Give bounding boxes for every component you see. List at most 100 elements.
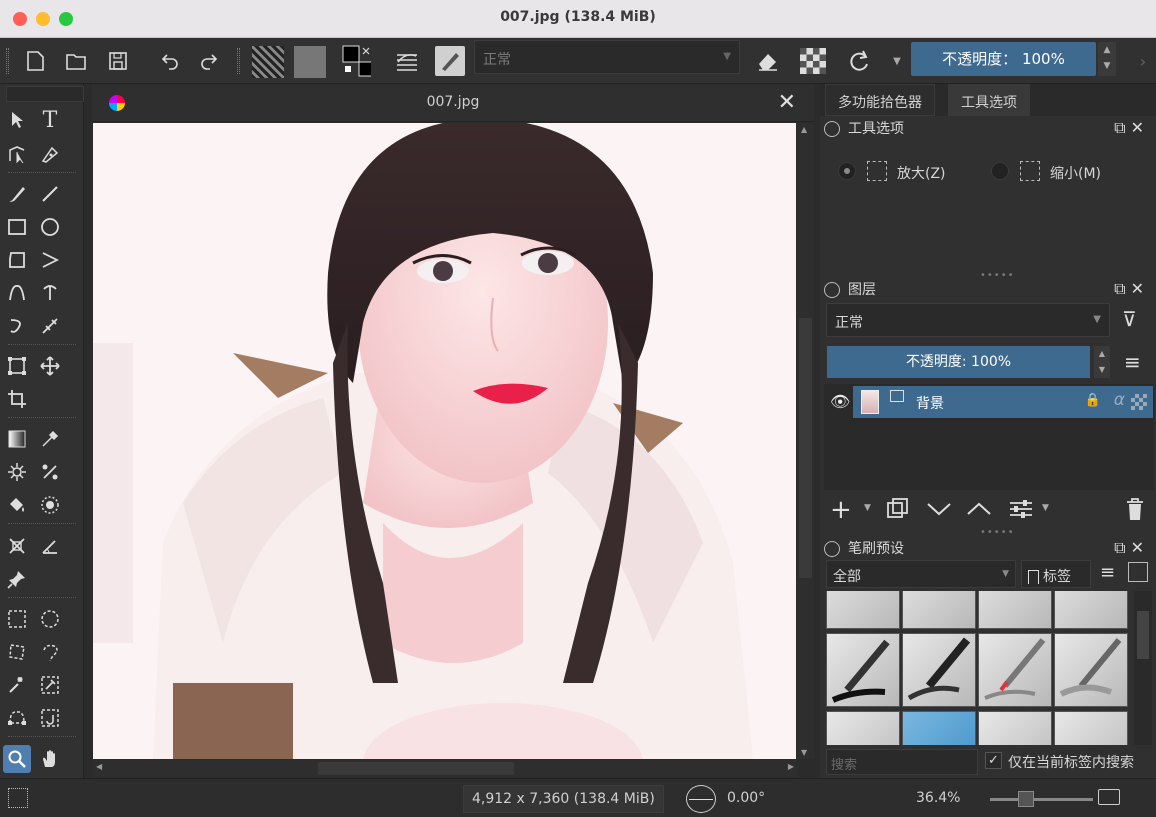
brush-preset-tile[interactable] — [1054, 591, 1128, 629]
horizontal-scroll-thumb[interactable] — [318, 762, 514, 775]
calligraphy-tool-icon[interactable] — [36, 140, 64, 168]
fill-tool-icon[interactable] — [3, 491, 31, 519]
brush-grid-scroll-thumb[interactable] — [1137, 611, 1149, 659]
brush-preset-tile[interactable] — [826, 711, 900, 745]
save-icon[interactable] — [103, 46, 133, 76]
layer-properties-icon[interactable] — [1008, 497, 1034, 525]
polygonal-selection-tool-icon[interactable] — [3, 638, 31, 666]
lock-icon[interactable] — [824, 282, 840, 298]
zoom-tool-icon[interactable] — [3, 745, 31, 773]
move-tool-icon[interactable] — [36, 352, 64, 380]
select-shapes-tool-icon[interactable] — [3, 106, 31, 134]
polyline-tool-icon[interactable] — [36, 246, 64, 274]
scroll-left-icon[interactable]: ◀ — [96, 762, 102, 771]
transform-tool-icon[interactable] — [3, 352, 31, 380]
rotation-dial-icon[interactable] — [686, 785, 716, 813]
freehand-selection-tool-icon[interactable] — [36, 638, 64, 666]
move-layer-down-icon[interactable] — [926, 497, 952, 525]
brush-preset-tile[interactable] — [978, 591, 1052, 629]
brush-tag-filter-select[interactable]: 全部 ▼ — [826, 560, 1016, 588]
layer-menu-icon[interactable]: ≡ — [1124, 350, 1141, 374]
layer-opacity-slider[interactable]: 不透明度: 100% — [827, 346, 1090, 378]
foreground-background-color-icon[interactable] — [341, 45, 371, 77]
zoom-out-radio[interactable] — [991, 162, 1009, 180]
reload-dropdown-icon[interactable]: ▼ — [882, 46, 912, 76]
canvas-image[interactable] — [93, 123, 796, 759]
bezier-curve-tool-icon[interactable] — [3, 279, 31, 307]
toolbar-overflow-icon[interactable]: › — [1128, 46, 1156, 76]
rectangle-tool-icon[interactable] — [3, 213, 31, 241]
brush-preset-tile[interactable] — [978, 711, 1052, 745]
brush-panel-icon[interactable] — [1128, 562, 1148, 582]
text-tool-icon[interactable]: T — [36, 106, 64, 134]
brush-preset-tile[interactable] — [826, 633, 900, 707]
lock-icon[interactable] — [824, 541, 840, 557]
tab-advanced-color-selector[interactable]: 多功能拾色器 — [825, 84, 935, 116]
similar-color-selection-tool-icon[interactable] — [36, 671, 64, 699]
layer-properties-dropdown-icon[interactable]: ▼ — [1042, 503, 1049, 513]
lock-icon[interactable] — [824, 121, 840, 137]
visibility-eye-icon[interactable]: 👁 — [830, 392, 850, 411]
smart-patch-tool-icon[interactable] — [3, 458, 31, 486]
assistant-tool-icon[interactable] — [36, 458, 64, 486]
vertical-scroll-thumb[interactable] — [799, 318, 812, 578]
color-picker-tool-icon[interactable] — [36, 425, 64, 453]
canvas-horizontal-scrollbar[interactable]: ◀ ▶ — [93, 760, 797, 777]
dock-float-close-icons[interactable]: ⧉ ✕ — [1114, 538, 1144, 558]
search-in-tag-checkbox[interactable]: ✓ — [985, 752, 1002, 769]
brush-preset-tile[interactable] — [902, 591, 976, 629]
pan-tool-icon[interactable] — [36, 745, 64, 773]
canvas-vertical-scrollbar[interactable]: ▲ ▼ — [797, 123, 814, 759]
zoom-in-radio[interactable] — [838, 162, 856, 180]
selection-indicator-icon[interactable] — [8, 788, 28, 808]
filter-icon[interactable]: ⊽ — [1122, 307, 1137, 331]
brush-preset-icon[interactable] — [435, 46, 465, 76]
zoom-slider[interactable] — [990, 798, 1093, 801]
tag-button[interactable]: 标签 — [1021, 560, 1091, 588]
layer-opacity-spinner[interactable]: ▲ ▼ — [1094, 346, 1110, 378]
document-tab[interactable]: 007.jpg ✕ — [92, 84, 814, 122]
toolbar-handle[interactable] — [6, 48, 9, 74]
reload-preset-icon[interactable] — [843, 46, 873, 76]
angle-tool-icon[interactable] — [36, 532, 64, 560]
new-document-icon[interactable] — [20, 46, 50, 76]
delete-layer-icon[interactable] — [1124, 496, 1146, 526]
opacity-spinner[interactable]: ▲ ▼ — [1098, 42, 1116, 76]
freehand-brush-tool-icon[interactable] — [3, 180, 31, 208]
brush-search-input[interactable]: 搜索 — [826, 749, 978, 775]
dynamic-brush-tool-icon[interactable] — [3, 312, 31, 340]
move-layer-up-icon[interactable] — [966, 497, 992, 525]
alpha-lock-icon[interactable] — [798, 46, 828, 76]
gradient-preset-icon[interactable] — [252, 46, 284, 78]
layer-blend-mode-select[interactable]: 正常 ▼ — [826, 303, 1110, 337]
eraser-icon[interactable] — [752, 46, 782, 76]
open-folder-icon[interactable] — [61, 46, 91, 76]
brush-preset-tile[interactable] — [1054, 633, 1128, 707]
measure-tool-icon[interactable] — [3, 532, 31, 560]
duplicate-layer-icon[interactable] — [886, 497, 910, 521]
multibrush-tool-icon[interactable] — [36, 312, 64, 340]
scroll-right-icon[interactable]: ▶ — [788, 762, 794, 771]
inherit-alpha-icon[interactable] — [1131, 394, 1147, 410]
gradient-tool-icon[interactable] — [3, 425, 31, 453]
layer-lock-icon[interactable]: 🔒 — [1085, 393, 1101, 408]
blend-mode-select[interactable]: 正常 ▼ — [474, 40, 740, 74]
line-tool-icon[interactable] — [36, 180, 64, 208]
pattern-preset-icon[interactable] — [294, 46, 326, 78]
redo-icon[interactable] — [194, 46, 224, 76]
brush-preset-tile-selected[interactable] — [902, 711, 976, 745]
zoom-level[interactable]: 36.4% — [916, 790, 960, 806]
freehand-path-tool-icon[interactable] — [36, 279, 64, 307]
close-icon[interactable]: ✕ — [778, 90, 796, 115]
tab-tool-options[interactable]: 工具选项 — [948, 84, 1030, 116]
reference-pin-tool-icon[interactable] — [3, 565, 31, 593]
crop-tool-icon[interactable] — [3, 385, 31, 413]
add-layer-icon[interactable]: + — [830, 495, 852, 525]
brush-preset-tile[interactable] — [1054, 711, 1128, 745]
edit-shapes-tool-icon[interactable] — [3, 140, 31, 168]
polygon-tool-icon[interactable] — [3, 246, 31, 274]
layer-row[interactable]: 背景 🔒 α — [853, 386, 1153, 418]
magic-wand-selection-tool-icon[interactable] — [3, 671, 31, 699]
toolbar-opacity-slider[interactable]: 不透明度： 100% — [911, 42, 1096, 76]
brush-preset-tile[interactable] — [902, 633, 976, 707]
